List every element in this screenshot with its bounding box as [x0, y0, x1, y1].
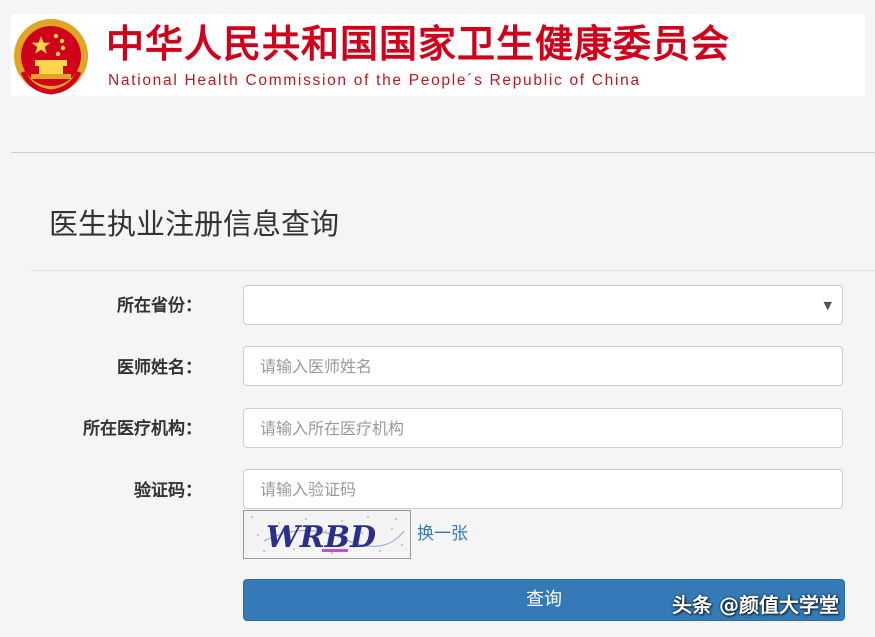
captcha-field — [243, 469, 843, 509]
doctor-name-label: 医师姓名： — [117, 358, 202, 378]
institution-field — [243, 408, 843, 448]
site-title-cn: 中华人民共和国国家卫生健康委员会 — [106, 21, 731, 66]
captcha-text: WRBD — [266, 520, 376, 555]
captcha-graphic: WRBD — [251, 516, 405, 555]
header-banner: 中华人民共和国国家卫生健康委员会 National Health Commiss… — [11, 14, 865, 96]
title-divider — [30, 270, 875, 271]
institution-input[interactable] — [244, 409, 842, 447]
watermark: 头条 @颜值大学堂 — [672, 593, 839, 617]
province-select[interactable]: ▼ — [243, 285, 843, 325]
refresh-captcha-link[interactable]: 换一张 — [417, 522, 468, 546]
doctor-name-field — [243, 346, 843, 386]
captcha-label: 验证码： — [134, 481, 202, 501]
doctor-name-input[interactable] — [244, 347, 842, 385]
institution-label: 所在医疗机构： — [83, 419, 202, 439]
header-divider — [11, 152, 875, 153]
site-title-en: National Health Commission of the People… — [108, 72, 641, 89]
caret-down-icon: ▼ — [823, 299, 832, 312]
province-label: 所在省份： — [117, 296, 202, 316]
captcha-image[interactable]: WRBD — [243, 510, 411, 559]
national-emblem-icon — [14, 19, 88, 95]
captcha-input[interactable] — [244, 470, 842, 508]
page-title: 医生执业注册信息查询 — [49, 209, 340, 241]
